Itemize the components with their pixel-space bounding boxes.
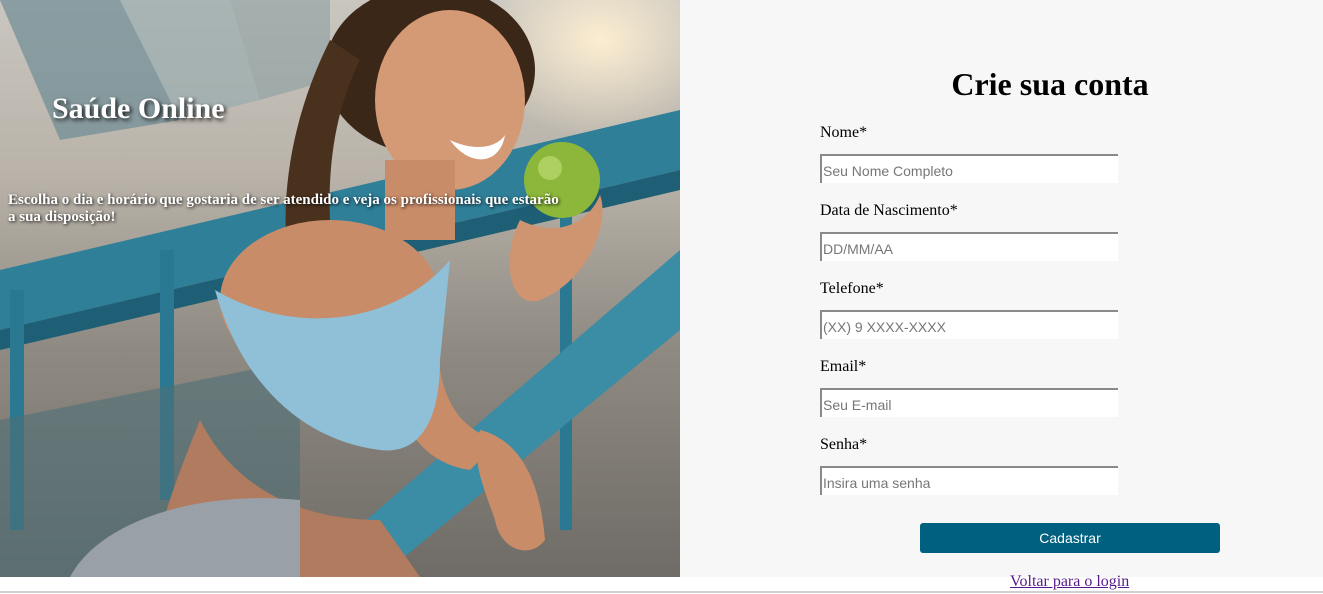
- signup-panel: Crie sua conta Nome* Data de Nascimento*…: [680, 0, 1323, 577]
- hero-banner: Saúde Online Escolha o dia e horário que…: [0, 0, 680, 577]
- register-button[interactable]: Cadastrar: [920, 523, 1220, 553]
- name-input[interactable]: [820, 154, 1118, 183]
- password-field-group: Senha*: [820, 436, 1118, 495]
- form-title: Crie sua conta: [951, 66, 1149, 102]
- hero-subtitle: Escolha o dia e horário que gostaria de …: [8, 192, 559, 225]
- back-to-login-link[interactable]: Voltar para o login: [1010, 573, 1129, 591]
- phone-label: Telefone*: [820, 280, 884, 297]
- page: Saúde Online Escolha o dia e horário que…: [0, 0, 1323, 594]
- name-field-group: Nome*: [820, 124, 1118, 183]
- email-field-group: Email*: [820, 358, 1118, 417]
- name-label: Nome*: [820, 124, 868, 141]
- birthdate-input[interactable]: [820, 232, 1118, 261]
- hero-photo: [0, 0, 680, 577]
- password-label: Senha*: [820, 436, 868, 453]
- birthdate-field-group: Data de Nascimento*: [820, 202, 1118, 261]
- email-input[interactable]: [820, 388, 1118, 417]
- birthdate-label: Data de Nascimento*: [820, 202, 958, 219]
- page-divider: [0, 591, 1323, 593]
- email-label: Email*: [820, 358, 867, 375]
- phone-input[interactable]: [820, 310, 1118, 339]
- hero-title: Saúde Online: [52, 92, 225, 125]
- phone-field-group: Telefone*: [820, 280, 1118, 339]
- password-input[interactable]: [820, 466, 1118, 495]
